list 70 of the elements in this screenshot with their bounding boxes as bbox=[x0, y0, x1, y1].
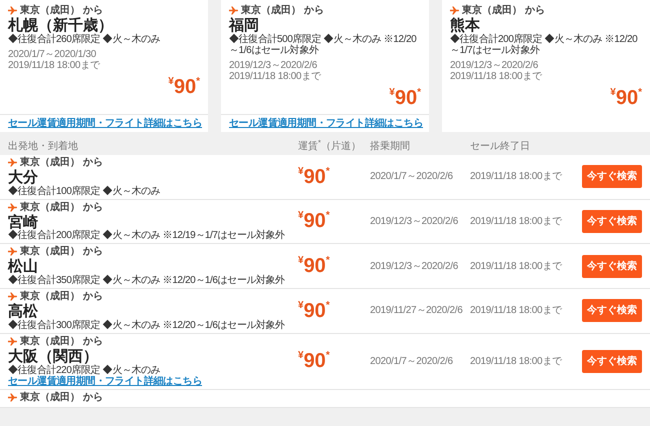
column-header: 搭乗期間 bbox=[370, 140, 411, 152]
destination-name: 高松 bbox=[8, 304, 39, 320]
sale-end-date: 2019/11/18 18:00まで bbox=[470, 171, 562, 182]
airplane-icon bbox=[8, 336, 17, 346]
airplane-icon bbox=[8, 158, 17, 167]
fare-conditions: ◆往復合計200席限定 ◆火～木のみ ※12/20～1/7はセール対象外 bbox=[450, 34, 638, 56]
search-now-button[interactable]: 今すぐ検索 bbox=[582, 165, 642, 188]
details-link[interactable]: セール運賃適用期間・フライト詳細はこちら bbox=[8, 118, 202, 129]
destination-name: 宮崎 bbox=[8, 214, 38, 230]
travel-period: 2019/12/3～2020/2/6 bbox=[370, 216, 458, 227]
details-link[interactable]: セール運賃適用期間・フライト詳細はこちら bbox=[229, 118, 424, 129]
search-now-button[interactable]: 今すぐ検索 bbox=[582, 299, 642, 322]
travel-period: 2020/1/7～2020/2/6 bbox=[370, 356, 453, 367]
fare-price: $^{¥}$90$^{*}$ bbox=[298, 210, 330, 232]
origin-label: 東京（成田） から bbox=[20, 336, 103, 347]
destination-name: 札幌（新千歳） bbox=[8, 18, 113, 34]
search-now-button[interactable]: 今すぐ検索 bbox=[582, 254, 642, 278]
origin-label: 東京（成田） から bbox=[241, 5, 324, 16]
travel-period: 2019/12/3～2020/2/6 bbox=[450, 60, 540, 71]
destination-name: 熊本 bbox=[450, 18, 481, 34]
column-header: 運賃$^{*}$（片道） bbox=[298, 140, 362, 152]
origin-label: 東京（成田） から bbox=[20, 156, 103, 168]
fare-conditions: ◆往復合計260席限定 ◆火～木のみ bbox=[8, 34, 162, 45]
airplane-icon bbox=[8, 292, 17, 301]
airplane-icon bbox=[8, 247, 17, 256]
airplane-icon bbox=[8, 6, 17, 15]
airplane-icon bbox=[450, 6, 459, 15]
origin-label: 東京（成田） から bbox=[20, 246, 103, 258]
fare-price: $^{¥}$90$^{*}$ bbox=[610, 88, 642, 108]
sale-end-date: 2019/11/18 18:00まで bbox=[8, 60, 101, 71]
fare-conditions: ◆往復合計220席限定 ◆火～木のみ bbox=[8, 364, 162, 376]
fare-conditions: ◆往復合計100席限定 ◆火～木のみ bbox=[8, 186, 162, 196]
sale-end-date: 2019/11/18 18:00まで bbox=[470, 216, 562, 227]
fare-price: $^{¥}$90$^{*}$ bbox=[168, 76, 200, 97]
search-now-button[interactable]: 今すぐ検索 bbox=[582, 350, 642, 373]
sale-end-date: 2019/11/18 18:00まで bbox=[470, 356, 562, 367]
search-now-button[interactable]: 今すぐ検索 bbox=[582, 210, 642, 233]
fare-price: $^{¥}$90$^{*}$ bbox=[389, 88, 421, 108]
travel-period: 2019/11/27～2020/2/6 bbox=[370, 305, 463, 316]
destination-name: 松山 bbox=[8, 259, 38, 275]
fare-price: $^{¥}$90$^{*}$ bbox=[298, 300, 330, 322]
origin-label: 東京（成田） から bbox=[462, 5, 545, 16]
destination-name: 大阪（関西） bbox=[8, 348, 98, 364]
travel-period: 2020/1/7～2020/2/6 bbox=[370, 171, 453, 182]
fare-price: $^{¥}$90$^{*}$ bbox=[298, 255, 330, 278]
fare-conditions: ◆往復合計350席限定 ◆火～木のみ ※12/20～1/6はセール対象外 bbox=[8, 275, 286, 286]
destination-name: 大分 bbox=[8, 170, 39, 186]
origin-label: 東京（成田） から bbox=[20, 291, 103, 302]
column-header: 出発地・到着地 bbox=[8, 140, 79, 152]
fare-conditions: ◆往復合計500席限定 ◆火～木のみ ※12/20～1/6はセール対象外 bbox=[229, 34, 418, 56]
origin-label: 東京（成田） から bbox=[20, 202, 103, 212]
airplane-icon bbox=[8, 392, 17, 402]
fare-conditions: ◆往復合計200席限定 ◆火～木のみ ※12/19～1/7はセール対象外 bbox=[8, 230, 286, 242]
sale-end-date: 2019/11/18 18:00まで bbox=[229, 70, 322, 82]
travel-period: 2019/12/3～2020/2/6 bbox=[370, 260, 458, 272]
sale-end-date: 2019/11/18 18:00まで bbox=[470, 260, 562, 272]
airplane-icon bbox=[229, 6, 238, 15]
origin-label: 東京（成田） から bbox=[20, 392, 103, 402]
details-link[interactable]: セール運賃適用期間・フライト詳細はこちら bbox=[8, 376, 298, 386]
airplane-icon bbox=[8, 202, 17, 212]
fare-price: $^{¥}$90$^{*}$ bbox=[298, 166, 330, 188]
column-header: セール終了日 bbox=[470, 140, 531, 152]
sale-end-date: 2019/11/18 18:00まで bbox=[450, 70, 543, 82]
destination-name: 福岡 bbox=[229, 18, 260, 34]
travel-period: 2019/12/3～2020/2/6 bbox=[229, 60, 318, 71]
fare-conditions: ◆往復合計300席限定 ◆火～木のみ ※12/20～1/6はセール対象外 bbox=[8, 320, 286, 331]
sale-end-date: 2019/11/18 18:00まで bbox=[470, 305, 562, 316]
fare-price: $^{¥}$90$^{*}$ bbox=[298, 350, 330, 372]
travel-period: 2020/1/7～2020/1/30 bbox=[8, 48, 98, 60]
origin-label: 東京（成田） から bbox=[20, 5, 103, 16]
